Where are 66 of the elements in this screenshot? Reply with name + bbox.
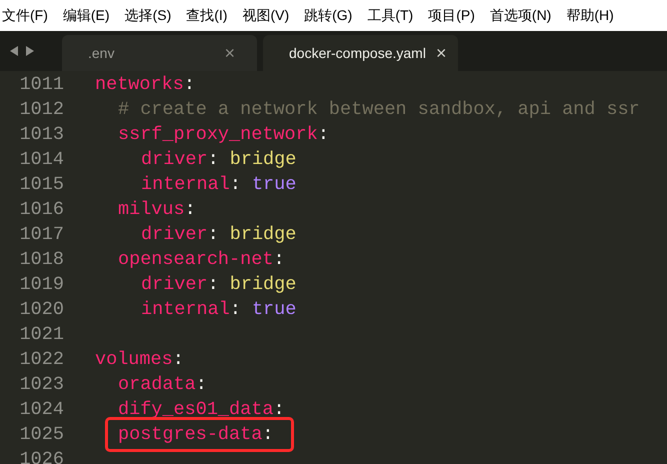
menu-item[interactable]: 项目(P)	[428, 5, 475, 26]
yaml-key: internal	[141, 170, 230, 198]
line-number: 1014	[18, 148, 65, 172]
colon: :	[318, 122, 329, 147]
menu-item[interactable]: 编辑(E)	[62, 5, 110, 26]
menu-item[interactable]: 查找(I)	[186, 5, 228, 26]
yaml-key: milvus	[118, 196, 185, 224]
tab-label: docker-compose.yaml	[289, 44, 426, 63]
menu-item[interactable]: 文件(F)	[2, 5, 48, 26]
yaml-key: internal	[141, 296, 230, 324]
close-tab-button[interactable]: ×	[436, 44, 446, 62]
menu-item[interactable]: 工具(T)	[367, 5, 414, 26]
string-value: bridge	[230, 148, 296, 172]
line-number: 1019	[18, 272, 65, 297]
line-number: 1026	[18, 448, 65, 464]
tab-label: .env	[88, 44, 114, 62]
yaml-key: driver	[141, 270, 208, 298]
line-number: 1013	[18, 122, 65, 147]
back-arrow-icon[interactable]	[9, 45, 19, 57]
file-tab[interactable]: .env ×	[62, 35, 257, 71]
line-number: 1012	[18, 98, 65, 122]
yaml-key: postgres-data	[118, 420, 262, 448]
colon: :	[184, 72, 195, 97]
colon: :	[208, 272, 219, 297]
forward-arrow-icon[interactable]	[25, 45, 35, 57]
menu-item[interactable]: 视图(V)	[242, 5, 290, 26]
line-number: 1017	[18, 222, 65, 247]
line-number: 1025	[18, 422, 65, 447]
line-number: 1024	[18, 398, 65, 422]
colon: :	[208, 148, 219, 172]
menu-item[interactable]: 跳转(G)	[304, 5, 352, 26]
line-number: 1011	[18, 72, 65, 97]
yaml-key: dify_es01_data	[118, 396, 274, 424]
line-number: 1023	[18, 372, 65, 397]
yaml-key: driver	[141, 220, 208, 248]
menu-item[interactable]: 选择(S)	[124, 5, 172, 26]
file-tab[interactable]: docker-compose.yaml ×	[263, 35, 458, 71]
colon: :	[196, 372, 207, 397]
line-number: 1021	[18, 322, 65, 347]
colon: :	[262, 422, 274, 447]
colon: :	[184, 198, 196, 222]
line-number: 1018	[18, 248, 65, 272]
colon: :	[230, 172, 241, 197]
colon: :	[273, 248, 285, 272]
yaml-key: oradata	[118, 370, 196, 398]
code-comment: # create a network between sandbox, api and ssr	[118, 98, 640, 122]
yaml-key: volumes	[95, 346, 173, 374]
line-number: 1022	[18, 348, 65, 372]
boolean-value: true	[252, 172, 296, 197]
yaml-key: networks	[95, 70, 184, 98]
line-number: 1015	[18, 172, 65, 197]
yaml-key: ssrf_proxy_network	[118, 120, 318, 148]
line-number: 1016	[18, 198, 65, 222]
yaml-key: driver	[141, 146, 208, 174]
boolean-value: true	[252, 298, 296, 322]
colon: :	[208, 222, 219, 247]
string-value: bridge	[230, 222, 296, 247]
yaml-key: opensearch-net	[118, 246, 274, 274]
colon: :	[273, 398, 285, 422]
close-tab-button[interactable]: ×	[224, 44, 235, 62]
menu-item[interactable]: 帮助(H)	[566, 5, 614, 26]
colon: :	[230, 298, 241, 322]
colon: :	[172, 348, 184, 372]
line-number: 1020	[18, 298, 65, 322]
string-value: bridge	[230, 272, 296, 297]
menu-item[interactable]: 首选项(N)	[490, 5, 552, 26]
